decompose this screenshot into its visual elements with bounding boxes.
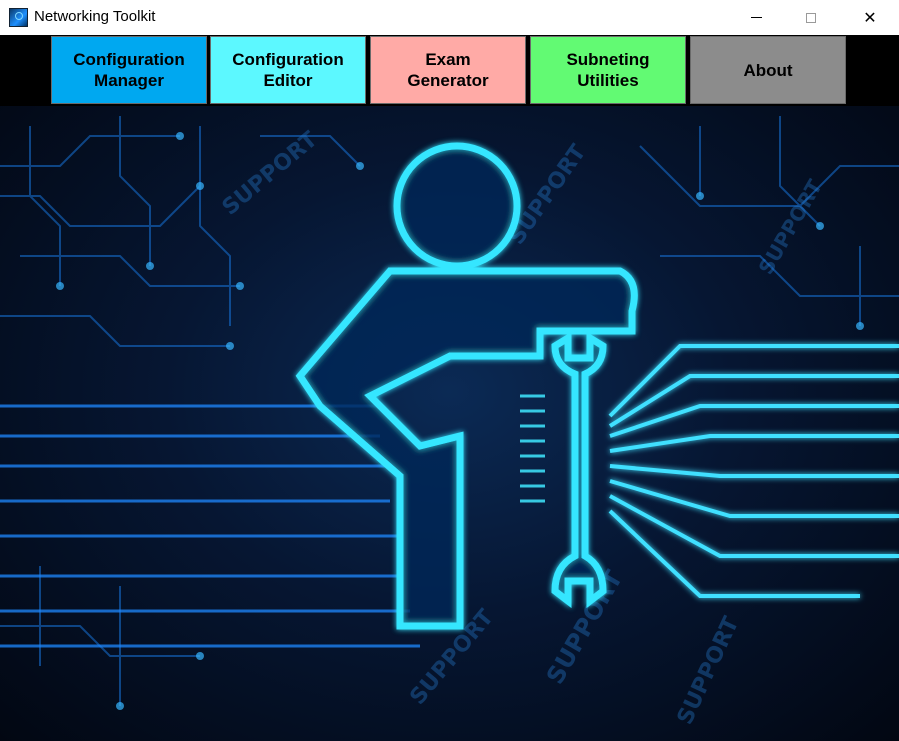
minimize-button[interactable]	[733, 0, 779, 35]
configuration-editor-button[interactable]: Configuration Editor	[210, 36, 366, 104]
svg-text:SUPPORT: SUPPORT	[218, 127, 323, 220]
svg-text:SUPPORT: SUPPORT	[754, 175, 828, 278]
maximize-icon	[806, 12, 816, 23]
minimize-icon	[750, 17, 762, 18]
support-technician-illustration: SUPPORT SUPPORT SUPPORT SUPPORT SUPPORT …	[0, 116, 899, 729]
hero-image: SUPPORT SUPPORT SUPPORT SUPPORT SUPPORT …	[0, 106, 899, 741]
window-title: Networking Toolkit	[34, 8, 156, 25]
person-head	[393, 142, 521, 270]
svg-text:SUPPORT: SUPPORT	[673, 613, 745, 728]
right-light-lines	[608, 344, 899, 598]
support-watermarks: SUPPORT SUPPORT SUPPORT SUPPORT SUPPORT …	[218, 127, 827, 728]
close-icon: ✕	[863, 9, 877, 27]
close-button[interactable]: ✕	[847, 0, 893, 35]
exam-generator-button[interactable]: Exam Generator	[370, 36, 526, 104]
title-bar: Networking Toolkit ✕	[0, 0, 899, 35]
about-button[interactable]: About	[690, 36, 846, 104]
app-logo-icon	[9, 8, 28, 27]
configuration-manager-button[interactable]: Configuration Manager	[51, 36, 207, 104]
main-menu-bar: Configuration Manager Configuration Edit…	[0, 35, 899, 107]
maximize-button[interactable]	[788, 0, 834, 35]
subneting-utilities-button[interactable]: Subneting Utilities	[530, 36, 686, 104]
chip-pins	[520, 394, 545, 503]
wrench-icon	[551, 331, 607, 609]
